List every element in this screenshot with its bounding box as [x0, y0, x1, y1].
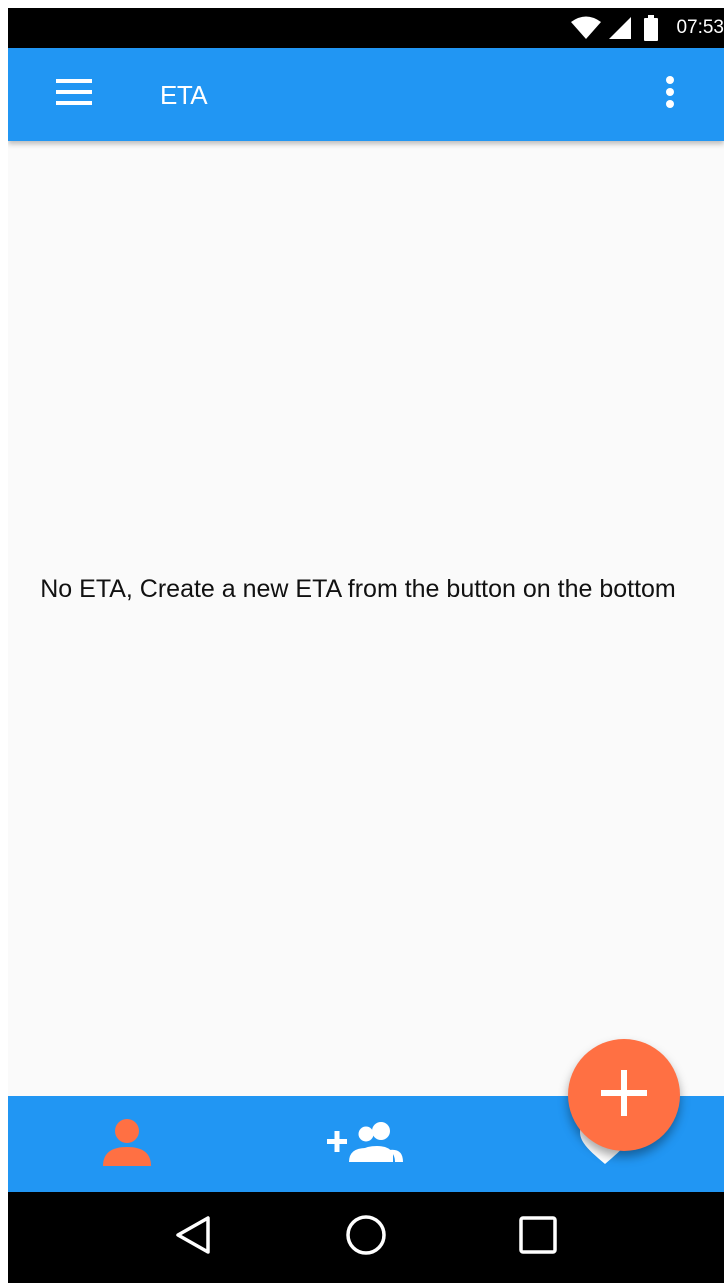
- nav-item-add-group[interactable]: [247, 1096, 486, 1192]
- recents-button[interactable]: [508, 1208, 568, 1268]
- nav-item-profile[interactable]: [8, 1096, 247, 1192]
- device-screen: 07:53 ETA No ETA, Create a new ETA from …: [8, 8, 724, 1283]
- back-button[interactable]: [164, 1208, 224, 1268]
- home-icon: [345, 1214, 387, 1261]
- overflow-menu-button[interactable]: [652, 72, 688, 116]
- add-eta-fab[interactable]: [568, 1039, 680, 1151]
- status-icons: 07:53: [570, 8, 724, 48]
- home-button[interactable]: [336, 1208, 396, 1268]
- menu-icon: [56, 78, 92, 111]
- recents-icon: [518, 1215, 558, 1260]
- status-bar: 07:53: [8, 8, 724, 48]
- back-icon: [174, 1215, 214, 1260]
- more-vert-icon: [665, 75, 675, 114]
- person-icon: [102, 1117, 152, 1172]
- main-content: No ETA, Create a new ETA from the button…: [8, 141, 724, 1151]
- system-navigation-bar: [8, 1192, 724, 1283]
- signal-icon: [608, 16, 632, 40]
- group-add-icon: [327, 1120, 405, 1169]
- battery-icon: [644, 15, 659, 41]
- add-icon: [599, 1068, 649, 1123]
- empty-state-message: No ETA, Create a new ETA from the button…: [40, 575, 676, 603]
- app-title: ETA: [160, 80, 208, 110]
- menu-button[interactable]: [48, 74, 100, 114]
- wifi-icon: [570, 16, 602, 40]
- status-time: 07:53: [676, 17, 724, 38]
- app-bar: ETA: [8, 48, 724, 141]
